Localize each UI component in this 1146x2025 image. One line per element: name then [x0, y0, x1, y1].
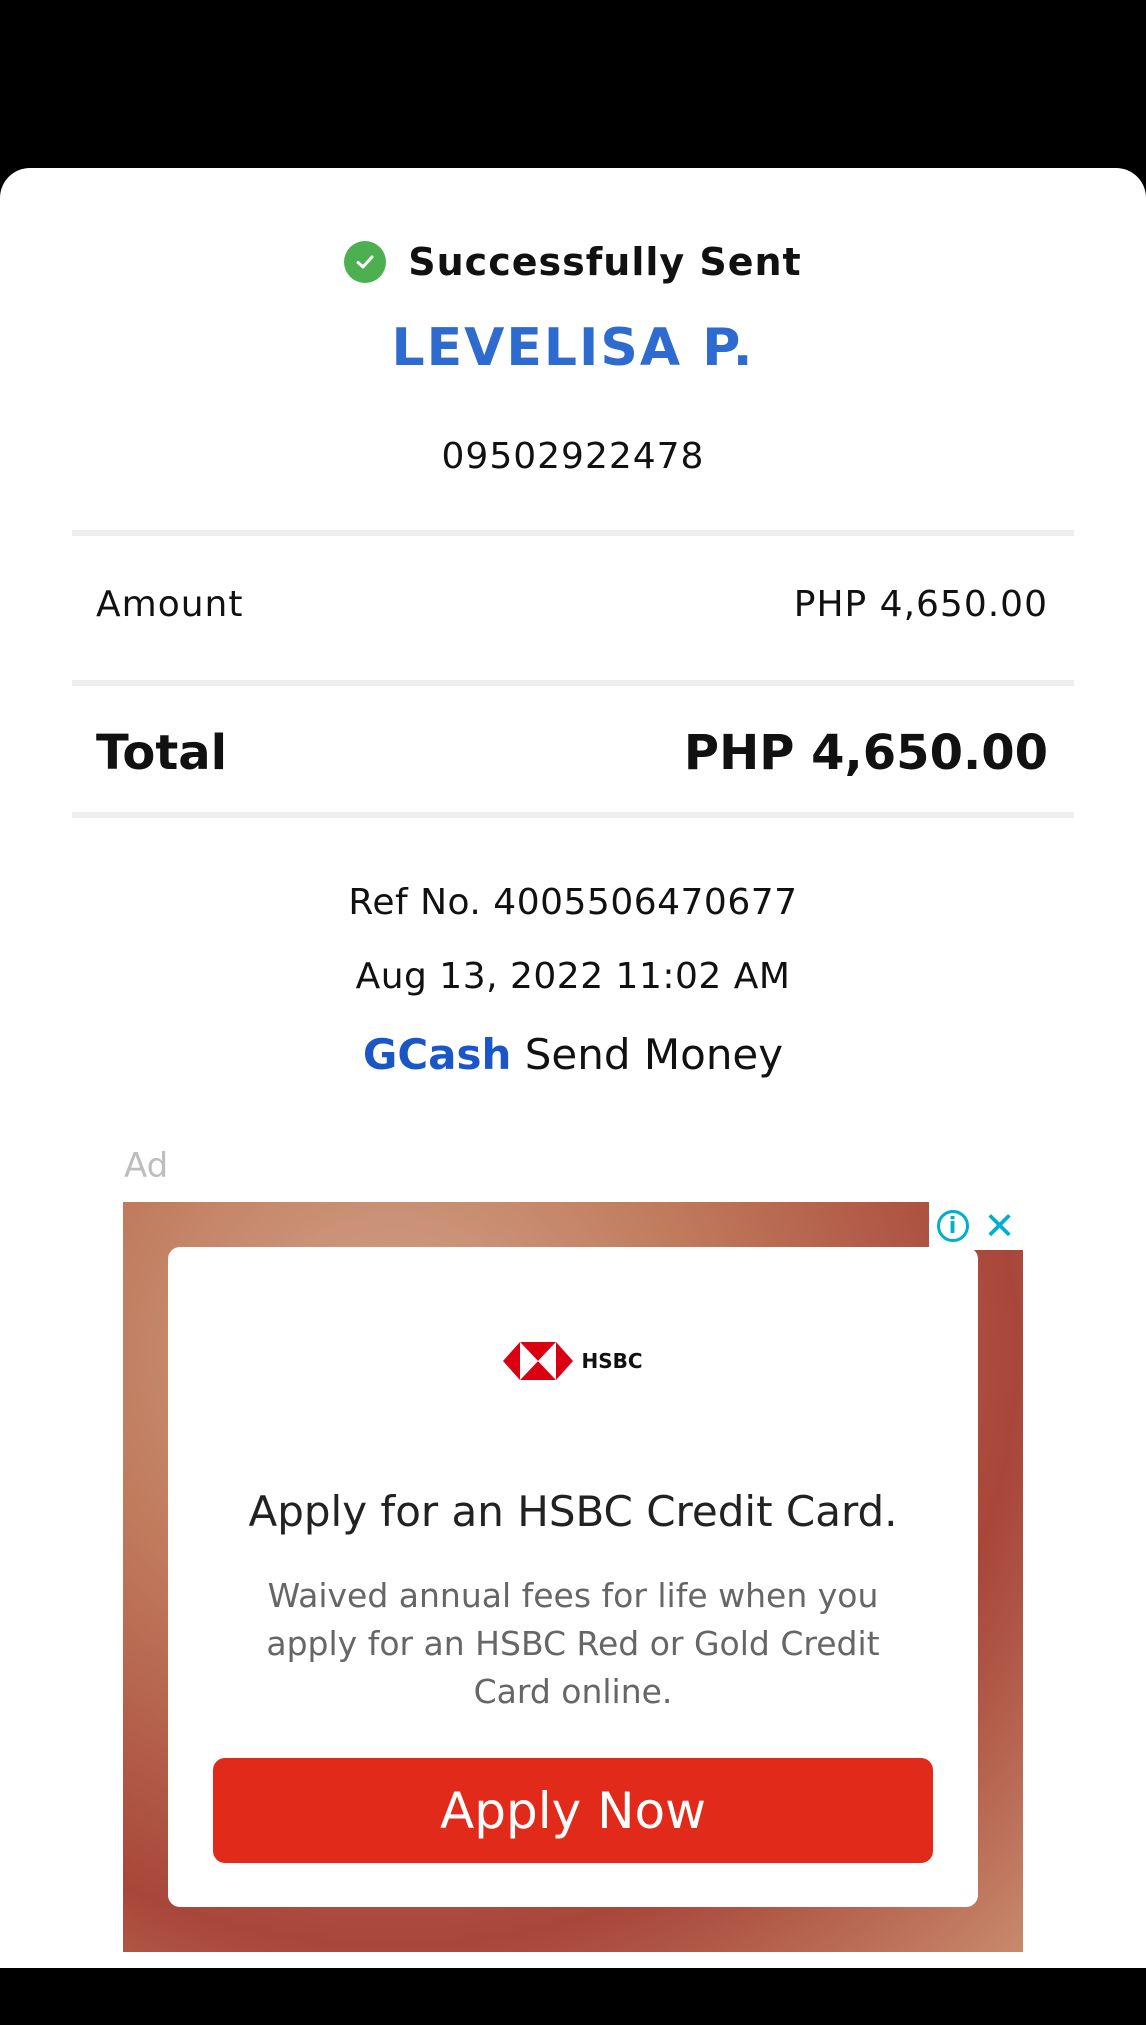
recipient-name: LEVELISA P. [391, 318, 755, 378]
total-label: Total [96, 725, 228, 781]
amount-label: Amount [96, 583, 244, 625]
ad-label: Ad [124, 1146, 169, 1186]
status-text: Successfully Sent [408, 240, 802, 284]
ad-controls: i ✕ [929, 1202, 1023, 1250]
bottom-black-bar [0, 1968, 1146, 2025]
ad-headline: Apply for an HSBC Credit Card. [248, 1487, 898, 1536]
service-line: GCash Send Money [0, 1030, 1146, 1079]
gcash-logo-text: GCash [362, 1030, 512, 1079]
reference-number: Ref No. 4005506470677 [348, 882, 798, 923]
divider [72, 812, 1074, 818]
ad-banner[interactable]: i ✕ HSBC Apply for an HSBC Credit Card. … [123, 1202, 1023, 1952]
info-icon[interactable]: i [936, 1210, 969, 1242]
total-row: Total PHP 4,650.00 [96, 718, 1048, 788]
top-black-bar [0, 0, 1146, 168]
status-row: Successfully Sent [0, 240, 1146, 284]
apply-now-button[interactable]: Apply Now [213, 1758, 933, 1863]
receipt-sheet: Successfully Sent LEVELISA P. 0950292247… [0, 168, 1146, 1968]
service-name: Send Money [524, 1030, 784, 1079]
hsbc-hexagon-icon [503, 1342, 574, 1380]
close-icon[interactable]: ✕ [984, 1207, 1016, 1245]
hsbc-logo: HSBC [168, 1342, 978, 1380]
amount-value: PHP 4,650.00 [793, 583, 1048, 625]
ad-card[interactable]: HSBC Apply for an HSBC Credit Card. Waiv… [168, 1247, 978, 1907]
ad-body: Waived annual fees for life when you app… [266, 1576, 880, 1711]
check-circle-icon [344, 241, 387, 283]
recipient-number: 09502922478 [441, 436, 705, 477]
transaction-datetime: Aug 13, 2022 11:02 AM [355, 956, 791, 997]
divider [72, 530, 1074, 536]
divider [72, 680, 1074, 686]
hsbc-brand-text: HSBC [581, 1349, 643, 1373]
total-value: PHP 4,650.00 [683, 725, 1048, 781]
amount-row: Amount PHP 4,650.00 [96, 576, 1048, 632]
